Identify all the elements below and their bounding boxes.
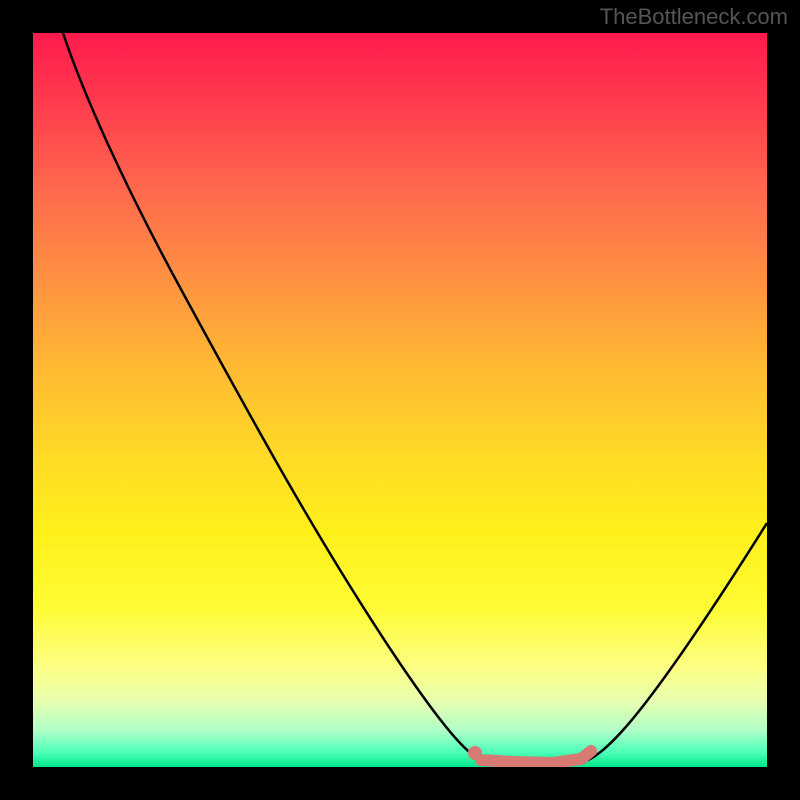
chart-plot-area (33, 33, 767, 767)
watermark-text: TheBottleneck.com (600, 4, 788, 30)
highlight-range-line (481, 751, 591, 763)
chart-svg (33, 33, 767, 767)
bottleneck-curve (63, 33, 767, 764)
